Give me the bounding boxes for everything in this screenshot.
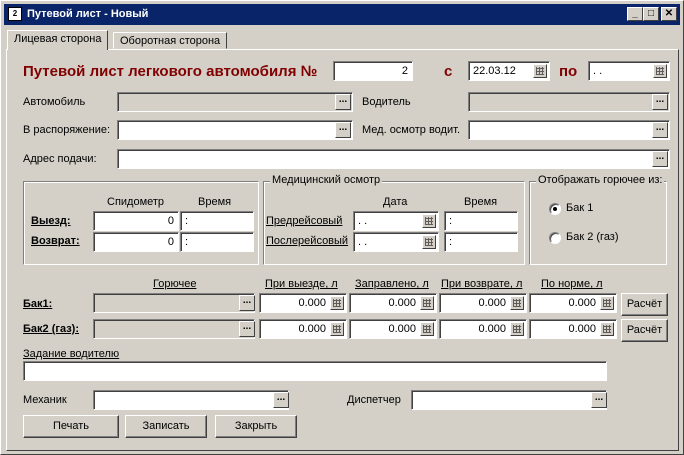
disposal-select-button[interactable]: ...: [335, 122, 351, 138]
tank2-exit-calculator-icon[interactable]: [330, 322, 344, 336]
disposal-input[interactable]: [117, 120, 353, 140]
exit-speedometer-input[interactable]: 0: [93, 211, 179, 231]
dispatcher-label: Диспетчер: [347, 394, 401, 406]
medcheck-label: Мед. осмотр водит.: [362, 124, 460, 136]
from-date-calendar-icon[interactable]: [533, 64, 547, 78]
dispatcher-input[interactable]: [411, 390, 607, 410]
tank1-fuel-input[interactable]: [93, 293, 255, 313]
tab-front-side[interactable]: Лицевая сторона: [7, 30, 109, 50]
waybill-number-input[interactable]: 2: [333, 61, 413, 81]
medcheck-input[interactable]: [468, 120, 670, 140]
tank1-exit-calculator-icon[interactable]: [330, 296, 344, 310]
fuel-tank1-radio[interactable]: [549, 203, 561, 215]
tank2-fuel-input[interactable]: [93, 319, 255, 339]
fuel-tank2-radio[interactable]: [549, 232, 561, 244]
fuel-tank1-label[interactable]: Бак 1: [566, 202, 593, 214]
tank1-return-calculator-icon[interactable]: [510, 296, 524, 310]
minimize-button[interactable]: _: [627, 7, 643, 21]
mechanic-input[interactable]: [93, 390, 289, 410]
page-title: Путевой лист легкового автомобиля №: [23, 63, 318, 80]
tank1-norm-calculator-icon[interactable]: [600, 296, 614, 310]
to-date-calendar-icon[interactable]: [653, 64, 667, 78]
driver-label: Водитель: [362, 96, 411, 108]
app-icon[interactable]: 2: [8, 7, 22, 21]
close-button[interactable]: ✕: [661, 7, 677, 21]
fuel-display-group: Отображать горючее из:: [529, 174, 667, 265]
pre-trip-label: Предрейсовый: [266, 215, 343, 227]
close-form-button[interactable]: Закрыть: [215, 415, 297, 438]
return-speedometer-input[interactable]: 0: [93, 232, 179, 252]
tank2-calc-button[interactable]: Расчёт: [621, 319, 668, 342]
medical-col-time: Время: [464, 196, 498, 208]
address-label: Адрес подачи:: [23, 153, 97, 165]
driver-task-label: Задание водителю: [23, 348, 120, 360]
medical-col-date: Дата: [383, 196, 408, 208]
odometer-col-time: Время: [198, 196, 232, 208]
fuel-display-title: Отображать горючее из:: [536, 174, 665, 186]
tank2-filled-calculator-icon[interactable]: [420, 322, 434, 336]
disposal-label: В распоряжение:: [23, 124, 111, 136]
fuel-tank2-label[interactable]: Бак 2 (газ): [566, 231, 619, 243]
tank1-row-label: Бак1:: [23, 298, 53, 310]
post-trip-label: Послерейсовый: [266, 235, 349, 247]
mechanic-select-button[interactable]: ...: [273, 392, 289, 408]
exit-time-input[interactable]: :: [180, 211, 254, 231]
car-input[interactable]: [117, 92, 353, 112]
tank2-return-calculator-icon[interactable]: [510, 322, 524, 336]
tank1-filled-calculator-icon[interactable]: [420, 296, 434, 310]
car-label: Автомобиль: [23, 96, 86, 108]
maximize-button[interactable]: □: [643, 7, 659, 21]
car-select-button[interactable]: ...: [335, 94, 351, 110]
medcheck-select-button[interactable]: ...: [652, 122, 668, 138]
driver-select-button[interactable]: ...: [652, 94, 668, 110]
odometer-col-speedometer: Спидометр: [107, 196, 165, 208]
fuel-col-return: При возврате, л: [441, 278, 523, 290]
title-bar[interactable]: 2 Путевой лист - Новый _ □ ✕: [4, 4, 680, 25]
address-input[interactable]: [117, 149, 670, 169]
to-label: по: [559, 63, 578, 80]
mechanic-label: Механик: [23, 394, 67, 406]
tab-back-side[interactable]: Оборотная сторона: [113, 32, 228, 49]
address-select-button[interactable]: ...: [652, 151, 668, 167]
driver-input[interactable]: [468, 92, 670, 112]
fuel-col-norm: По норме, л: [541, 278, 603, 290]
dispatcher-select-button[interactable]: ...: [591, 392, 607, 408]
return-time-input[interactable]: :: [180, 232, 254, 252]
save-button[interactable]: Записать: [125, 415, 207, 438]
fuel-col-fuel: Горючее: [153, 278, 197, 290]
post-trip-time-input[interactable]: :: [444, 232, 518, 252]
post-trip-calendar-icon[interactable]: [422, 235, 436, 249]
tank2-fuel-select-button[interactable]: ...: [239, 321, 255, 337]
tank1-calc-button[interactable]: Расчёт: [621, 293, 668, 316]
pre-trip-calendar-icon[interactable]: [422, 214, 436, 228]
fuel-col-exit: При выезде, л: [265, 278, 338, 290]
pre-trip-time-input[interactable]: :: [444, 211, 518, 231]
driver-task-input[interactable]: [23, 361, 607, 381]
tank2-norm-calculator-icon[interactable]: [600, 322, 614, 336]
tank2-row-label: Бак2 (газ):: [23, 323, 79, 335]
window-title: Путевой лист - Новый: [27, 8, 149, 20]
exit-label: Выезд:: [31, 215, 71, 227]
tank1-fuel-select-button[interactable]: ...: [239, 295, 255, 311]
waybill-window: 2 Путевой лист - Новый _ □ ✕ Лицевая сто…: [0, 0, 684, 455]
print-button[interactable]: Печать: [23, 415, 119, 438]
return-label: Возврат:: [31, 235, 80, 247]
medical-group-title: Медицинский осмотр: [270, 174, 383, 186]
from-label: с: [444, 63, 453, 80]
fuel-col-filled: Заправлено, л: [355, 278, 429, 290]
